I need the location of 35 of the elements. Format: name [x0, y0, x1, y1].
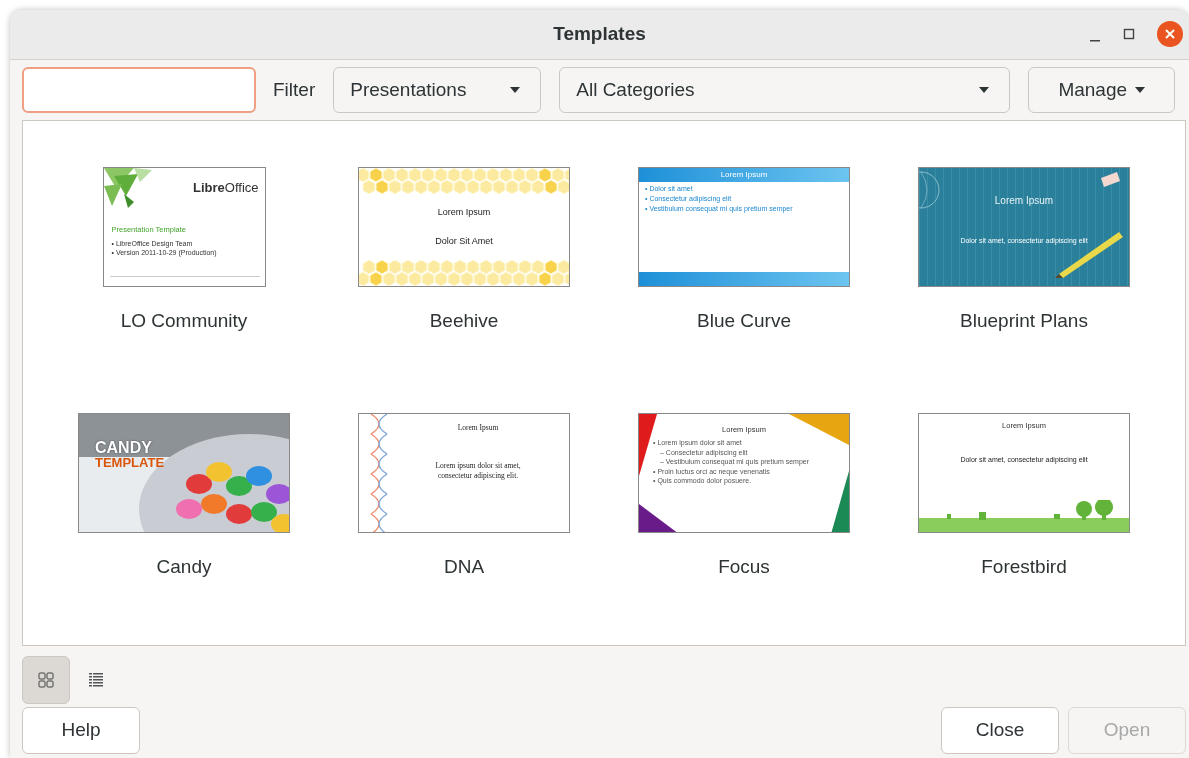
maximize-icon[interactable] — [1123, 28, 1135, 40]
slide-title: Lorem Ipsum — [994, 194, 1054, 208]
template-name: LO Community — [120, 309, 248, 333]
slide-title: Lorem Ipsum — [720, 169, 768, 181]
template-name: Focus — [718, 555, 770, 579]
list-icon — [88, 672, 104, 688]
dropdown[interactable]: All Categories — [559, 67, 1011, 113]
caret-icon — [510, 87, 521, 93]
slide-title: CANDY — [95, 440, 153, 455]
caret-icon — [1135, 87, 1146, 93]
filter-label: Filter — [273, 77, 316, 102]
dialog-button[interactable]: Close — [941, 707, 1059, 754]
grid-icon — [38, 672, 54, 688]
logo-text: LibreOffice — [193, 179, 259, 197]
close-icon[interactable] — [1157, 21, 1183, 47]
dropdown[interactable]: Presentations — [333, 67, 542, 113]
globe-drawing — [919, 170, 941, 210]
manage-button[interactable]: Manage — [1028, 67, 1176, 113]
template-name: Forestbird — [981, 555, 1067, 579]
template-name: Candy — [156, 555, 212, 579]
window-title: Templates — [553, 22, 646, 47]
template-name: Blue Curve — [697, 309, 791, 333]
template-name: DNA — [443, 555, 485, 579]
slide-title: Lorem Ipsum — [437, 206, 491, 219]
slide-subtitle: TEMPLATE — [95, 455, 165, 470]
caret-icon — [979, 87, 990, 93]
dialog-button[interactable]: Help — [22, 707, 140, 754]
slide-thumbnail[interactable]: Lorem Ipsum Dolor Sit Amet — [358, 167, 570, 287]
template-name: Beehive — [429, 309, 499, 333]
eraser-drawing — [1099, 172, 1121, 188]
thumbnail-view-button[interactable] — [22, 656, 70, 704]
leaves-drawing — [103, 168, 154, 210]
search-field[interactable] — [22, 67, 256, 113]
template-name: Blueprint Plans — [960, 309, 1088, 333]
slide-text: Dolor Sit Amet — [435, 234, 493, 248]
